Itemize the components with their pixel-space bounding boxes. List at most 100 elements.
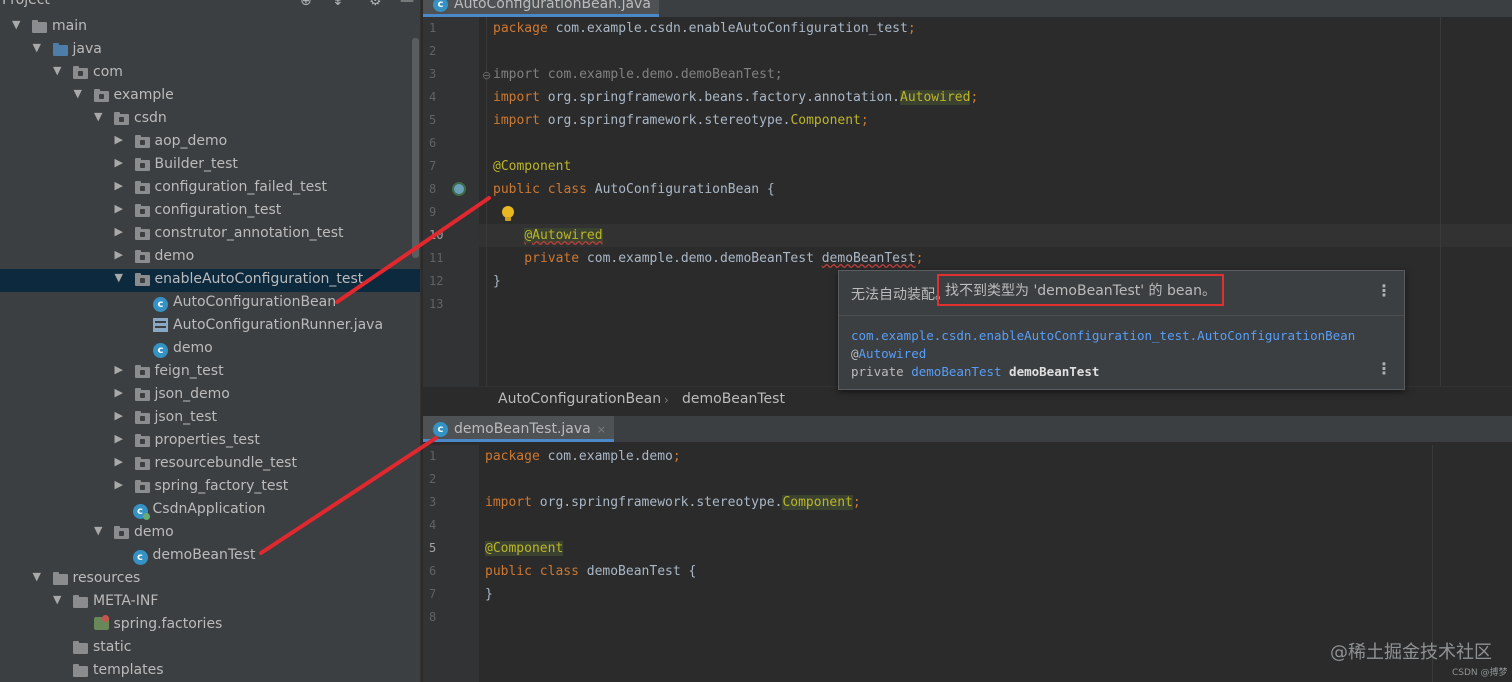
collapse-arrow-icon[interactable]: ▶ <box>115 409 127 422</box>
line-number[interactable]: 5 <box>429 541 453 555</box>
target-icon[interactable]: ⊕ <box>300 0 312 9</box>
code-line[interactable]: } <box>485 583 493 606</box>
more-options-icon[interactable]: ⋮ <box>1376 281 1392 300</box>
code-line[interactable]: @Autowired <box>493 224 603 247</box>
line-number[interactable]: 1 <box>429 449 453 463</box>
tab-autoconfigurationbean[interactable]: c AutoConfigurationBean.java <box>423 0 659 17</box>
tree-item[interactable]: ▶ demo <box>0 246 420 269</box>
tree-item[interactable]: ▶ properties_test <box>0 430 420 453</box>
tree-item[interactable]: c CsdnApplication <box>0 499 420 522</box>
line-number[interactable]: 5 <box>429 113 453 127</box>
expand-arrow-icon[interactable]: ▼ <box>33 570 45 583</box>
collapse-arrow-icon[interactable]: ▶ <box>115 248 127 261</box>
line-number[interactable]: 7 <box>429 587 453 601</box>
tree-item[interactable]: ▼ main <box>0 16 420 39</box>
line-number[interactable]: 11 <box>429 251 453 265</box>
tree-item[interactable]: ▶ resourcebundle_test <box>0 453 420 476</box>
code-line[interactable]: } <box>493 270 501 293</box>
code-line[interactable]: @Component <box>485 537 564 560</box>
code-line[interactable]: package com.example.demo; <box>485 445 681 468</box>
minimize-icon[interactable]: — <box>400 0 414 9</box>
code-line[interactable]: @Component <box>493 155 571 178</box>
collapse-icon[interactable]: ⇟ <box>332 0 344 9</box>
tree-item[interactable]: ▶ configuration_failed_test <box>0 177 420 200</box>
expand-arrow-icon[interactable]: ▼ <box>94 524 106 537</box>
tree-item[interactable]: ▼ demo <box>0 522 420 545</box>
tree-item[interactable]: ▶ construtor_annotation_test <box>0 223 420 246</box>
spring-bean-gutter-icon[interactable] <box>452 182 466 196</box>
code-line[interactable]: import org.springframework.stereotype.Co… <box>493 109 869 132</box>
line-number[interactable]: 3 <box>429 495 453 509</box>
code-line[interactable]: public class AutoConfigurationBean { <box>493 178 775 201</box>
collapse-arrow-icon[interactable]: ▶ <box>115 432 127 445</box>
tree-item[interactable]: ▶ Builder_test <box>0 154 420 177</box>
collapse-arrow-icon[interactable]: ▶ <box>115 179 127 192</box>
fold-icon[interactable]: ⊖ <box>482 69 491 82</box>
expand-arrow-icon[interactable]: ▼ <box>115 271 127 284</box>
collapse-arrow-icon[interactable]: ▶ <box>115 202 127 215</box>
popup-type-link[interactable]: demoBeanTest <box>911 364 1001 379</box>
tree-scrollbar[interactable] <box>412 38 419 258</box>
popup-annotation-link[interactable]: Autowired <box>859 346 927 361</box>
expand-arrow-icon[interactable]: ▼ <box>33 41 45 54</box>
tab-demobeantest[interactable]: c demoBeanTest.java × <box>423 416 614 442</box>
tree-item[interactable]: static <box>0 637 420 660</box>
code-line[interactable]: package com.example.csdn.enableAutoConfi… <box>493 17 916 40</box>
tree-item[interactable]: templates <box>0 660 420 682</box>
tree-item[interactable]: ▶ feign_test <box>0 361 420 384</box>
breadcrumb-class[interactable]: AutoConfigurationBean <box>498 391 661 407</box>
collapse-arrow-icon[interactable]: ▶ <box>115 478 127 491</box>
tree-item[interactable]: ▼ enableAutoConfiguration_test <box>0 269 420 292</box>
tree-item[interactable]: ▶ spring_factory_test <box>0 476 420 499</box>
popup-class-link[interactable]: com.example.csdn.enableAutoConfiguration… <box>851 328 1355 343</box>
line-number[interactable]: 1 <box>429 21 453 35</box>
tree-item[interactable]: ▶ json_test <box>0 407 420 430</box>
tree-item[interactable]: ▼ example <box>0 85 420 108</box>
lightbulb-icon[interactable] <box>501 205 515 223</box>
line-number[interactable]: 9 <box>429 205 453 219</box>
gear-icon[interactable]: ⚙ <box>369 0 382 9</box>
code-line[interactable]: import com.example.demo.demoBeanTest; <box>493 63 783 86</box>
tree-item[interactable]: spring.factories <box>0 614 420 637</box>
tree-item[interactable]: ▶ json_demo <box>0 384 420 407</box>
line-number[interactable]: 8 <box>429 182 453 196</box>
tree-item[interactable]: c demo <box>0 338 420 361</box>
tree-item[interactable]: c AutoConfigurationBean <box>0 292 420 315</box>
expand-arrow-icon[interactable]: ▼ <box>74 87 86 100</box>
line-number[interactable]: 7 <box>429 159 453 173</box>
collapse-arrow-icon[interactable]: ▶ <box>115 363 127 376</box>
tree-item[interactable]: c demoBeanTest <box>0 545 420 568</box>
collapse-arrow-icon[interactable]: ▶ <box>115 133 127 146</box>
collapse-arrow-icon[interactable]: ▶ <box>115 455 127 468</box>
code-line[interactable]: import org.springframework.beans.factory… <box>493 86 978 109</box>
close-icon[interactable]: × <box>597 423 606 436</box>
line-number[interactable]: 2 <box>429 472 453 486</box>
bottom-editor-code[interactable]: package com.example.demo; import org.spri… <box>485 445 1425 682</box>
code-line[interactable]: public class demoBeanTest { <box>485 560 696 583</box>
line-number[interactable]: 12 <box>429 274 453 288</box>
collapse-arrow-icon[interactable]: ▶ <box>115 225 127 238</box>
breadcrumb-field[interactable]: demoBeanTest <box>682 391 785 407</box>
expand-arrow-icon[interactable]: ▼ <box>53 593 65 606</box>
tree-item[interactable]: ▼ META-INF <box>0 591 420 614</box>
tree-item[interactable]: ▶ aop_demo <box>0 131 420 154</box>
expand-arrow-icon[interactable]: ▼ <box>94 110 106 123</box>
expand-arrow-icon[interactable]: ▼ <box>12 18 24 31</box>
line-number[interactable]: 2 <box>429 44 453 58</box>
project-panel-title[interactable]: Project <box>2 0 50 8</box>
line-number[interactable]: 6 <box>429 564 453 578</box>
line-number[interactable]: 13 <box>429 297 453 311</box>
line-number[interactable]: 10 <box>429 228 453 242</box>
collapse-arrow-icon[interactable]: ▶ <box>115 386 127 399</box>
line-number[interactable]: 6 <box>429 136 453 150</box>
tree-item[interactable]: ▼ csdn <box>0 108 420 131</box>
tree-item[interactable]: AutoConfigurationRunner.java <box>0 315 420 338</box>
collapse-arrow-icon[interactable]: ▶ <box>115 156 127 169</box>
line-number[interactable]: 4 <box>429 90 453 104</box>
line-number[interactable]: 4 <box>429 518 453 532</box>
line-number[interactable]: 8 <box>429 610 453 624</box>
tree-item[interactable]: ▼ java <box>0 39 420 62</box>
tree-item[interactable]: ▼ resources <box>0 568 420 591</box>
tree-item[interactable]: ▶ configuration_test <box>0 200 420 223</box>
code-line[interactable]: import org.springframework.stereotype.Co… <box>485 491 861 514</box>
